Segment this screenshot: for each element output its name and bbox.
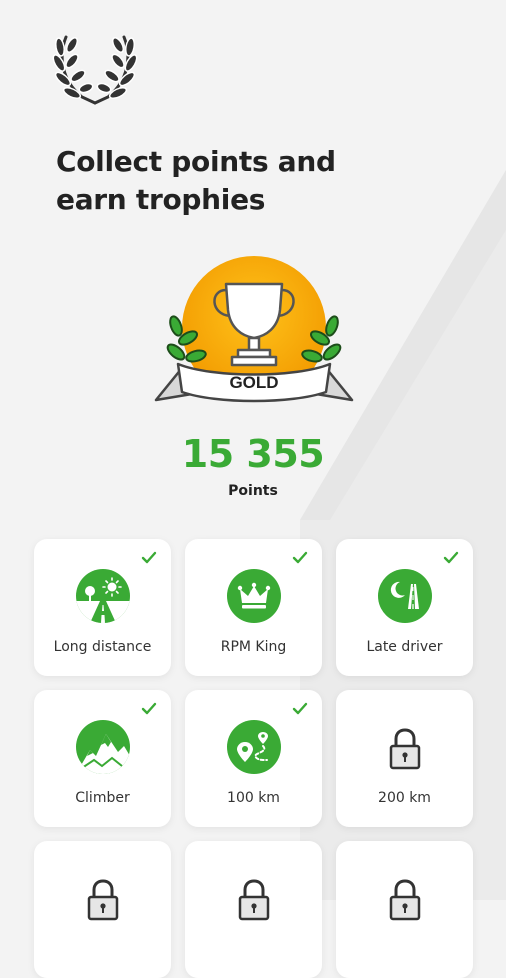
lock-icon (389, 728, 421, 770)
trophy-label: Long distance (53, 639, 152, 655)
trophy-label: Late driver (366, 639, 443, 655)
trophy-card-100-km[interactable]: 100 km (185, 690, 322, 827)
trophy-card-locked[interactable] (336, 841, 473, 978)
trophy-card-locked[interactable] (185, 841, 322, 978)
trophy-grid: Long distance RPM King Late driver Climb… (0, 0, 506, 978)
check-icon (141, 702, 157, 715)
lock-icon (87, 879, 119, 921)
check-icon (292, 702, 308, 715)
trophy-label: RPM King (220, 639, 287, 655)
trophy-card-locked[interactable] (34, 841, 171, 978)
lock-icon (238, 879, 270, 921)
trophy-label: 200 km (378, 790, 431, 806)
trophy-card-climber[interactable]: Climber (34, 690, 171, 827)
trophy-card-late-driver[interactable]: Late driver (336, 539, 473, 676)
trophy-card-long-distance[interactable]: Long distance (34, 539, 171, 676)
route-pin-icon (227, 720, 281, 774)
trophy-label: 100 km (227, 790, 280, 806)
check-icon (443, 551, 459, 564)
crown-icon (227, 569, 281, 623)
moon-road-icon (378, 569, 432, 623)
lock-icon (389, 879, 421, 921)
check-icon (141, 551, 157, 564)
trophy-card-rpm-king[interactable]: RPM King (185, 539, 322, 676)
mountain-icon (76, 720, 130, 774)
road-sun-icon (76, 569, 130, 623)
check-icon (292, 551, 308, 564)
trophies-screen: Collect points and earn trophies GOLD 15… (0, 0, 506, 978)
trophy-label: Climber (75, 790, 130, 806)
trophy-card-200-km[interactable]: 200 km (336, 690, 473, 827)
